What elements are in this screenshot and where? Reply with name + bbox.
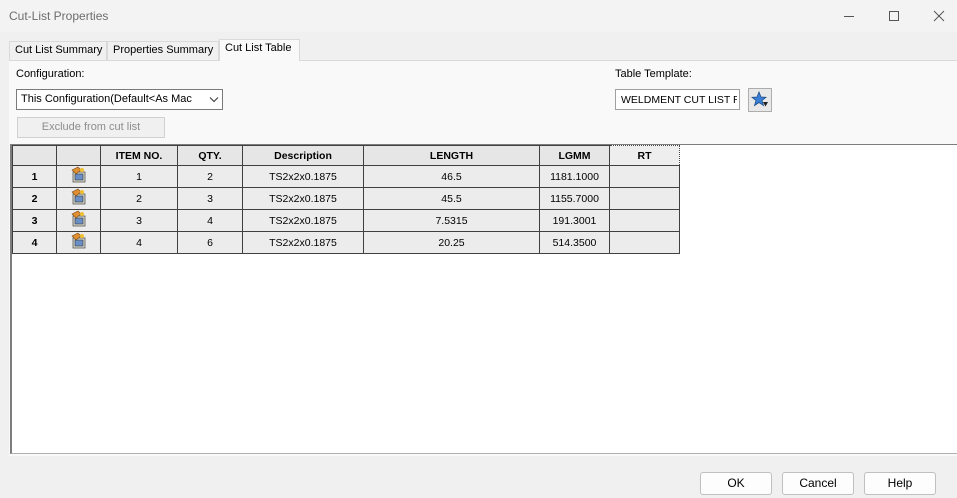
configuration-value: This Configuration(Default<As Mac (21, 93, 192, 105)
header-lgmm[interactable]: LGMM (539, 145, 610, 166)
window-title: Cut-List Properties (9, 9, 109, 23)
configuration-dropdown[interactable]: This Configuration(Default<As Mac (16, 89, 223, 110)
table-template-field[interactable]: WELDMENT CUT LIST RI (615, 89, 740, 110)
row-number-cell[interactable]: 4 (12, 231, 57, 254)
tab-cut-list-table[interactable]: Cut List Table (219, 39, 300, 61)
qty-cell[interactable]: 2 (177, 165, 243, 188)
cut-list-table: ITEM NO. QTY. Description LENGTH LGMM RT… (12, 145, 680, 254)
weldment-part-icon (70, 188, 88, 209)
rt-cell[interactable] (609, 187, 680, 210)
tab-label: Properties Summary (113, 44, 214, 56)
length-cell[interactable]: 20.25 (363, 231, 540, 254)
table-row[interactable]: 2 2 3 TS2x2x0.1875 45.5 1155.7000 (12, 187, 680, 210)
chevron-down-icon (209, 97, 219, 103)
rt-cell[interactable] (609, 231, 680, 254)
table-template-value: WELDMENT CUT LIST RI (621, 94, 737, 106)
row-number-cell[interactable]: 1 (12, 165, 57, 188)
table-template-button[interactable] (748, 88, 772, 112)
lgmm-cell[interactable]: 514.3500 (539, 231, 610, 254)
icon-cell[interactable] (56, 231, 101, 254)
item-no-cell[interactable]: 1 (100, 165, 178, 188)
configuration-label: Configuration: (16, 68, 85, 80)
tab-cut-list-summary[interactable]: Cut List Summary (9, 41, 107, 60)
row-number-cell[interactable]: 3 (12, 209, 57, 232)
tab-properties-summary[interactable]: Properties Summary (107, 41, 219, 60)
minimize-icon (843, 16, 854, 17)
weldment-part-icon (70, 232, 88, 253)
table-template-label: Table Template: (615, 68, 692, 80)
tab-label: Cut List Summary (15, 44, 103, 56)
description-cell[interactable]: TS2x2x0.1875 (242, 165, 364, 188)
help-button[interactable]: Help (864, 472, 936, 495)
length-cell[interactable]: 46.5 (363, 165, 540, 188)
qty-cell[interactable]: 4 (177, 209, 243, 232)
close-button[interactable] (916, 0, 957, 32)
length-cell[interactable]: 7.5315 (363, 209, 540, 232)
table-row[interactable]: 4 4 6 TS2x2x0.1875 20.25 514.3500 (12, 231, 680, 254)
item-no-cell[interactable]: 3 (100, 209, 178, 232)
maximize-icon (888, 11, 899, 21)
maximize-button[interactable] (871, 0, 916, 32)
weldment-part-icon (70, 166, 88, 187)
header-icon-col[interactable] (56, 145, 101, 166)
lgmm-cell[interactable]: 1155.7000 (539, 187, 610, 210)
exclude-from-cut-list-button[interactable]: Exclude from cut list (17, 117, 165, 138)
qty-cell[interactable]: 3 (177, 187, 243, 210)
ok-button[interactable]: OK (700, 472, 772, 495)
description-cell[interactable]: TS2x2x0.1875 (242, 187, 364, 210)
minimize-button[interactable] (826, 0, 871, 32)
weldment-part-icon (70, 210, 88, 231)
cancel-button[interactable]: Cancel (782, 472, 854, 495)
close-icon (933, 10, 944, 22)
header-item-no[interactable]: ITEM NO. (100, 145, 178, 166)
header-corner[interactable] (12, 145, 57, 166)
table-header-row: ITEM NO. QTY. Description LENGTH LGMM RT (12, 145, 680, 166)
header-length[interactable]: LENGTH (363, 145, 540, 166)
header-rt[interactable]: RT (609, 145, 680, 166)
tab-label: Cut List Table (225, 42, 292, 54)
table-row[interactable]: 1 1 2 TS2x2x0.1875 46.5 1181.1000 (12, 165, 680, 188)
item-no-cell[interactable]: 4 (100, 231, 178, 254)
icon-cell[interactable] (56, 165, 101, 188)
rt-cell[interactable] (609, 209, 680, 232)
header-description[interactable]: Description (242, 145, 364, 166)
row-number-cell[interactable]: 2 (12, 187, 57, 210)
length-cell[interactable]: 45.5 (363, 187, 540, 210)
description-cell[interactable]: TS2x2x0.1875 (242, 231, 364, 254)
table-row[interactable]: 3 3 4 TS2x2x0.1875 7.5315 191.3001 (12, 209, 680, 232)
cut-list-grid: ITEM NO. QTY. Description LENGTH LGMM RT… (10, 144, 957, 454)
header-qty[interactable]: QTY. (177, 145, 243, 166)
icon-cell[interactable] (56, 209, 101, 232)
icon-cell[interactable] (56, 187, 101, 210)
title-bar: Cut-List Properties (0, 0, 957, 32)
item-no-cell[interactable]: 2 (100, 187, 178, 210)
lgmm-cell[interactable]: 191.3001 (539, 209, 610, 232)
qty-cell[interactable]: 6 (177, 231, 243, 254)
description-cell[interactable]: TS2x2x0.1875 (242, 209, 364, 232)
rt-cell[interactable] (609, 165, 680, 188)
lgmm-cell[interactable]: 1181.1000 (539, 165, 610, 188)
star-download-icon (751, 91, 768, 107)
